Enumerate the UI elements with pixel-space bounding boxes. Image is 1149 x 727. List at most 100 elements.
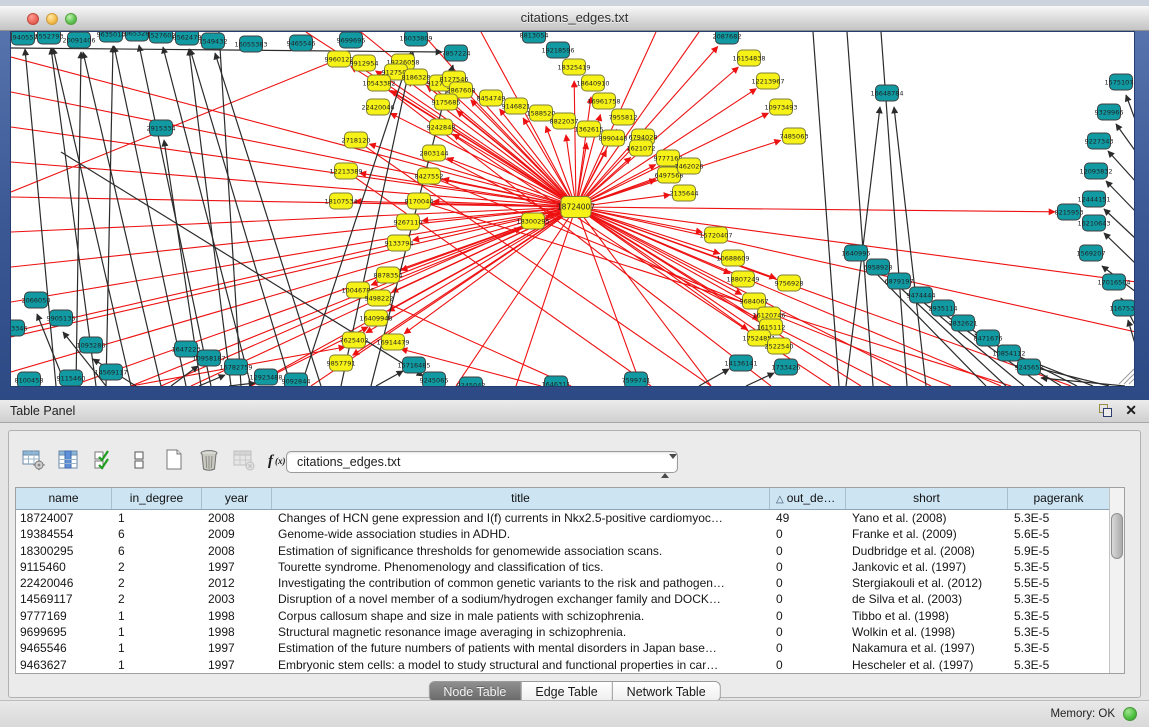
row-height-icon[interactable] — [126, 447, 152, 473]
graph-node[interactable]: 7857224 — [442, 45, 471, 61]
vertical-scrollbar[interactable] — [1109, 488, 1124, 673]
graph-node[interactable]: 18724007 — [557, 197, 595, 218]
graph-node[interactable]: 9245652 — [1015, 359, 1044, 375]
graph-node[interactable]: 14136141 — [724, 355, 757, 371]
column-header-out_de[interactable]: △out_de… — [770, 488, 846, 509]
tab-edge-table[interactable]: Edge Table — [521, 681, 612, 702]
graph-node[interactable]: 7485063 — [780, 128, 809, 144]
graph-node[interactable]: 2915334 — [147, 120, 176, 136]
table-row[interactable]: 1872400712008Changes of HCN gene express… — [16, 510, 1124, 526]
graph-node[interactable]: 7832621 — [949, 315, 978, 331]
graph-node[interactable]: 18325419 — [557, 59, 590, 75]
column-select-icon[interactable] — [56, 447, 82, 473]
column-header-in_degree[interactable]: in_degree — [112, 488, 202, 509]
graph-node[interactable]: 1640995 — [842, 245, 871, 261]
column-header-pagerank[interactable]: pagerank — [1008, 488, 1110, 509]
canvas-resize-grip[interactable] — [1124, 374, 1134, 384]
graph-node[interactable]: 7625402 — [340, 332, 369, 348]
graph-node[interactable]: 9465546 — [287, 35, 316, 51]
graph-node[interactable]: 9699695 — [337, 32, 366, 48]
graph-node[interactable]: 2935114 — [929, 300, 958, 316]
graph-node[interactable]: 9474444 — [907, 287, 936, 303]
graph-node[interactable]: 9092844 — [282, 373, 311, 386]
close-panel-icon[interactable]: ✕ — [1125, 402, 1137, 419]
graph-node[interactable]: 9245065 — [420, 372, 449, 386]
graph-node[interactable]: 16961758 — [587, 93, 620, 109]
graph-node[interactable]: 1940557 — [11, 32, 37, 45]
graph-node[interactable]: 8170044 — [405, 193, 434, 209]
new-table-icon[interactable] — [161, 447, 187, 473]
graph-node[interactable]: 20091406 — [62, 32, 95, 48]
graph-node[interactable]: 22420046 — [361, 99, 394, 115]
table-row[interactable]: 1938455462009Genome-wide association stu… — [16, 526, 1124, 542]
graph-node[interactable]: 7955812 — [609, 109, 638, 125]
graph-node[interactable]: 10854112 — [992, 345, 1025, 361]
graph-node[interactable]: 1552793 — [35, 32, 64, 44]
graph-node[interactable]: 16154838 — [732, 50, 765, 66]
graph-node[interactable]: 8562479 — [173, 32, 202, 45]
table-row[interactable]: 946362711997Embryonic stem cells: a mode… — [16, 657, 1124, 673]
scrollbar-thumb[interactable] — [1111, 513, 1123, 559]
graph-node[interactable]: 1733426 — [772, 359, 801, 375]
graph-node[interactable]: 9267110 — [394, 214, 423, 230]
table-row[interactable]: 969969511998Structural magnetic resonanc… — [16, 624, 1124, 640]
graph-node[interactable]: 12444151 — [1077, 191, 1110, 207]
graph-node[interactable]: 9756928 — [775, 275, 804, 291]
graph-node[interactable]: 10688609 — [716, 250, 749, 266]
graph-node[interactable]: 8990448 — [599, 130, 628, 146]
graph-node[interactable]: 2522540 — [765, 338, 794, 354]
graph-node[interactable]: 1621072 — [627, 140, 656, 156]
graph-node[interactable]: 1549432 — [199, 33, 228, 49]
network-window-titlebar[interactable]: citations_edges.txt — [0, 6, 1149, 31]
graph-node[interactable]: 8427552 — [415, 168, 444, 184]
graph-node[interactable]: 16210643 — [1077, 215, 1110, 231]
graph-node[interactable]: 1646311 — [542, 376, 571, 386]
graph-node[interactable]: 18107534 — [324, 193, 357, 209]
graph-node[interactable]: 19218596 — [541, 42, 574, 58]
network-canvas[interactable]: 1872400718300295996012299129541922605891… — [10, 31, 1135, 387]
graph-node[interactable]: 8813054 — [520, 32, 549, 43]
select-all-columns-icon[interactable] — [91, 447, 117, 473]
graph-node[interactable]: 12213967 — [751, 73, 784, 89]
graph-node[interactable]: 9245042 — [457, 377, 486, 386]
float-panel-icon[interactable] — [1099, 404, 1113, 418]
network-graph-svg[interactable]: 1872400718300295996012299129541922605891… — [11, 32, 1134, 386]
table-row[interactable]: 977716911998Corpus callosum shape and si… — [16, 608, 1124, 624]
delete-table-icon[interactable] — [196, 447, 222, 473]
table-selector-dropdown[interactable]: citations_edges.txt — [286, 451, 678, 473]
graph-node[interactable]: 2066050 — [22, 292, 51, 308]
graph-node[interactable]: 8471676 — [974, 330, 1003, 346]
table-row[interactable]: 1456911722003Disruption of a novel membe… — [16, 591, 1124, 607]
graph-node[interactable]: 9227343 — [1085, 133, 1114, 149]
graph-node[interactable]: 1527602 — [147, 32, 176, 43]
graph-node[interactable]: 9912954 — [350, 55, 379, 71]
graph-node[interactable]: 9857791 — [327, 355, 356, 371]
graph-node[interactable]: 6958928 — [864, 259, 893, 275]
graph-node[interactable]: 6879197 — [885, 273, 914, 289]
graph-node[interactable]: 9242848 — [427, 119, 456, 135]
column-header-short[interactable]: short — [846, 488, 1008, 509]
graph-node[interactable]: 1093286 — [77, 337, 106, 353]
graph-node[interactable]: 9115460 — [57, 370, 86, 386]
graph-node[interactable]: 1569207 — [1077, 245, 1106, 261]
graph-node[interactable]: 8215953 — [1055, 204, 1084, 220]
column-header-name[interactable]: name — [16, 488, 112, 509]
graph-node[interactable]: 2135644 — [670, 185, 699, 201]
graph-node[interactable]: 9905135 — [47, 310, 76, 326]
graph-node[interactable]: 9175685 — [432, 94, 461, 110]
tab-node-table[interactable]: Node Table — [428, 681, 521, 702]
column-header-year[interactable]: year — [202, 488, 272, 509]
column-header-title[interactable]: title — [272, 488, 770, 509]
graph-node[interactable]: 15716485 — [397, 357, 430, 373]
graph-node[interactable]: 15751074 — [1104, 74, 1134, 90]
graph-node[interactable]: 2718120 — [342, 132, 371, 148]
graph-node[interactable]: 9133794 — [385, 235, 414, 251]
graph-node[interactable]: 7599741 — [622, 372, 651, 386]
table-row[interactable]: 1830029562008Estimation of significance … — [16, 543, 1124, 559]
graph-node[interactable]: 12093832 — [1079, 163, 1112, 179]
graph-node[interactable]: 10973493 — [764, 99, 797, 115]
graph-node[interactable]: 8878354 — [374, 267, 403, 283]
graph-node[interactable]: 2087682 — [713, 32, 742, 44]
import-table-icon[interactable] — [231, 447, 257, 473]
table-settings-icon[interactable] — [21, 447, 47, 473]
